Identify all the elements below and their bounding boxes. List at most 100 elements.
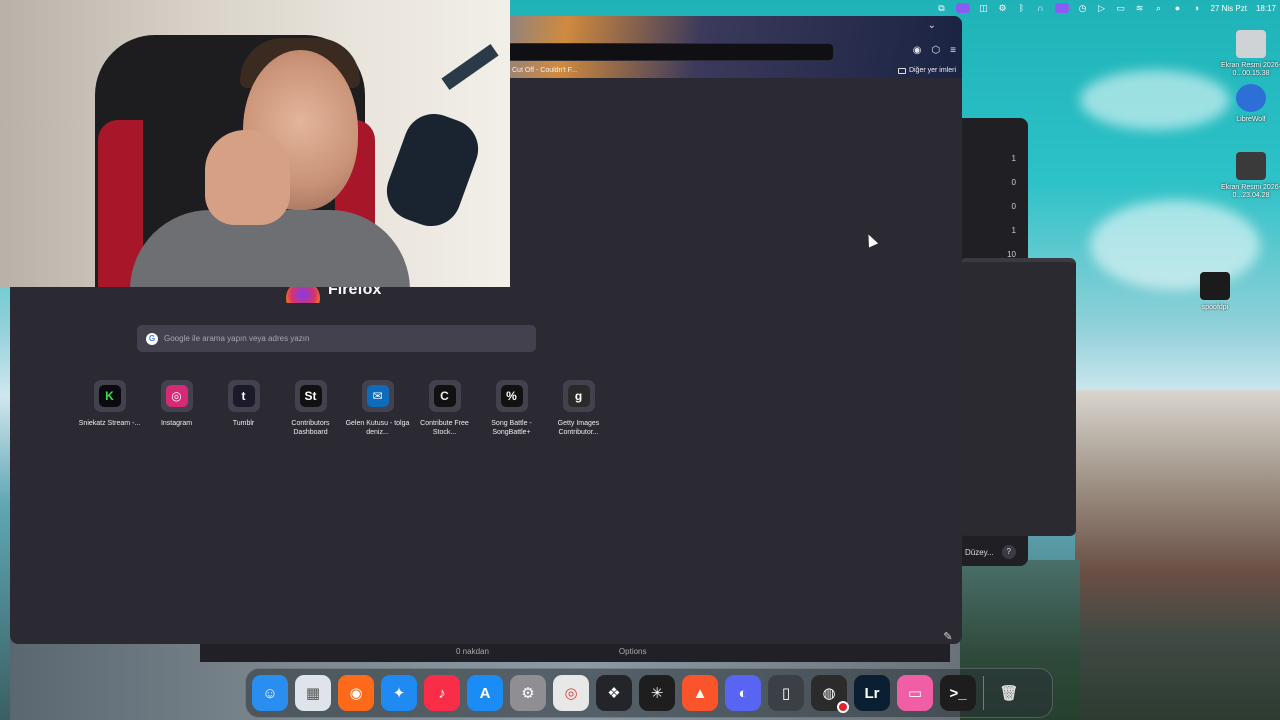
shortcut-tile-box[interactable]: ✉ [361, 380, 394, 412]
desktop-app-librewolf[interactable]: LibreWolf [1216, 84, 1280, 124]
desktop-exec-spoofdpi[interactable]: spoofdpi [1180, 272, 1250, 312]
finder-icon[interactable]: ☺ [252, 675, 288, 711]
pencil-icon[interactable]: ✎ [939, 628, 957, 644]
cleanmymac-icon[interactable]: ▭ [897, 675, 933, 711]
trash-icon[interactable]: 🗑 [991, 675, 1027, 711]
music-icon[interactable]: ♪ [424, 675, 460, 711]
desktop-file-screenshot[interactable]: Ekran Resmi 2026-0...00.15.38 [1216, 30, 1280, 78]
shortcut-tile-box[interactable]: St [294, 380, 327, 412]
display-mirror-icon[interactable]: ▭ [1116, 3, 1126, 13]
google-icon: G [146, 332, 158, 345]
desktop-wallpaper-city [1075, 390, 1280, 720]
background-panel[interactable] [960, 258, 1076, 536]
clock-icon[interactable]: ◷ [1078, 3, 1088, 13]
shortcut-tile-box[interactable]: g [562, 380, 595, 412]
search-input[interactable]: G Google ile arama yapın veya adres yazı… [137, 325, 536, 352]
shortcut-tile[interactable]: % Song Battle - SongBattle+ [478, 380, 545, 437]
shortcut-icon: t [232, 385, 255, 407]
shortcut-label: Getty Images Contributor... [557, 420, 600, 436]
lightroom-icon[interactable]: Lr [854, 675, 890, 711]
wifi-icon[interactable]: ≋ [1135, 3, 1145, 13]
count-value: 1 [1011, 154, 1016, 163]
screenshot-icon [1236, 152, 1266, 180]
perplexity-icon[interactable]: ✳ [639, 675, 675, 711]
firefox-icon[interactable]: ◉ [338, 675, 374, 711]
mic-arm [441, 44, 499, 90]
other-bookmarks-label: Diğer yer imleri [908, 67, 956, 74]
background-window-footer: Düzey... ? [955, 538, 1028, 566]
shortcut-tile[interactable]: St Contributors Dashboard [277, 380, 344, 437]
count-value: 0 [1011, 178, 1016, 187]
recording-badge [837, 701, 849, 713]
desktop-file-label: spoofdpi [1201, 304, 1229, 311]
shortcut-icon: % [500, 385, 523, 407]
shortcut-tile[interactable]: g Getty Images Contributor... [545, 380, 612, 437]
dock-separator [983, 676, 984, 710]
shortcut-tile-box[interactable]: t [227, 380, 260, 412]
options-dropdown[interactable]: Options [619, 647, 647, 656]
shortcut-label: Contribute Free Stock... [420, 420, 469, 436]
screen-share-icon[interactable]: ⧉ [937, 3, 947, 13]
shortcut-label: Gelen Kutusu - tolga deniz... [345, 420, 410, 436]
shortcut-tile[interactable]: ✉ Gelen Kutusu - tolga deniz... [344, 380, 411, 437]
davinci-resolve-icon[interactable]: ❖ [596, 675, 632, 711]
shortcut-label: Instagram [160, 420, 193, 427]
simulator-icon[interactable]: ▯ [768, 675, 804, 711]
search-icon[interactable]: ⌕ [1154, 3, 1164, 13]
level-label[interactable]: Düzey... [965, 548, 994, 557]
control-center-icon[interactable]: ◑ [1192, 3, 1202, 13]
shortcut-icon: ✉ [366, 385, 389, 407]
launchpad-icon[interactable]: ▦ [295, 675, 331, 711]
bookmark-item[interactable]: Cut Off - Couldn't F... [512, 67, 577, 74]
webcam-overlay [0, 0, 510, 287]
window-icon[interactable] [1054, 3, 1069, 13]
menu-icon[interactable]: ≡ [950, 45, 956, 56]
bluetooth-icon[interactable]: ᛒ [1017, 3, 1027, 13]
shortcut-tile[interactable]: C Contribute Free Stock... [411, 380, 478, 437]
discord-icon[interactable]: ◐ [725, 675, 761, 711]
terminal-icon[interactable]: >_ [940, 675, 976, 711]
folder-icon [897, 67, 906, 74]
obs-icon[interactable]: ◍ [811, 675, 849, 713]
shortcut-icon: g [567, 385, 590, 407]
menu-bar: ⧉ ◫ ⚙ ᛒ ∩ ◷ ▷ ▭ ≋ ⌕ ● ◑ 27 Nis Pzt 18:17 [920, 0, 1280, 16]
dock: ☺ ▦ ◉ ✦ ♪ A ⚙ ◎ ❖ ✳ ▲ ◐ ▯ ◍ Lr ▭ >_ 🗑 [245, 668, 1053, 718]
shortcut-tile-box[interactable]: % [495, 380, 528, 412]
shortcut-icon: K [98, 385, 121, 407]
play-icon[interactable]: ▷ [1097, 3, 1107, 13]
system-settings-icon[interactable]: ⚙ [510, 675, 546, 711]
shortcut-tile-box[interactable]: ◎ [160, 380, 193, 412]
chrome-icon[interactable]: ◎ [553, 675, 589, 711]
display-icon[interactable] [955, 3, 970, 13]
person-hand [205, 130, 290, 225]
microphone [378, 105, 487, 235]
terminal-exec-icon [1200, 272, 1230, 300]
safari-icon[interactable]: ✦ [381, 675, 417, 711]
shortcut-tile-box[interactable]: K [93, 380, 126, 412]
account-icon[interactable]: ◉ [913, 45, 922, 56]
app-store-icon[interactable]: A [467, 675, 503, 711]
count-value: 0 [1011, 202, 1016, 211]
menubar-date[interactable]: 27 Nis Pzt [1211, 4, 1247, 13]
chevron-down-icon[interactable]: ⌄ [928, 20, 936, 31]
extensions-icon[interactable]: ⬡ [931, 45, 940, 56]
shortcut-icon: St [299, 385, 322, 407]
headphones-icon[interactable]: ∩ [1036, 3, 1046, 13]
address-bar[interactable] [506, 43, 834, 61]
shortcut-tile-box[interactable]: C [428, 380, 461, 412]
desktop-file-screenshot[interactable]: Ekran Resmi 2026-0...23.04.28 [1216, 152, 1280, 200]
shortcut-icon: C [433, 385, 456, 407]
shortcut-tile[interactable]: t Tumblr [210, 380, 277, 437]
siri-icon[interactable]: ● [1173, 3, 1183, 13]
other-bookmarks[interactable]: Diğer yer imleri [897, 67, 956, 74]
menubar-time[interactable]: 18:17 [1256, 4, 1276, 13]
search-placeholder: Google ile arama yapın veya adres yazın [164, 334, 310, 343]
shortcut-tiles: K Sniekatz Stream -... ◎ Instagram t Tumblr St… [76, 380, 612, 437]
desktop-file-label: Ekran Resmi 2026-0...00.15.38 [1221, 62, 1280, 77]
shortcut-tile[interactable]: ◎ Instagram [143, 380, 210, 437]
settings-gear-icon[interactable]: ⚙ [998, 3, 1008, 13]
brave-icon[interactable]: ▲ [682, 675, 718, 711]
help-button[interactable]: ? [1001, 545, 1016, 559]
focus-icon[interactable]: ◫ [979, 3, 989, 13]
shortcut-tile[interactable]: K Sniekatz Stream -... [76, 380, 143, 437]
